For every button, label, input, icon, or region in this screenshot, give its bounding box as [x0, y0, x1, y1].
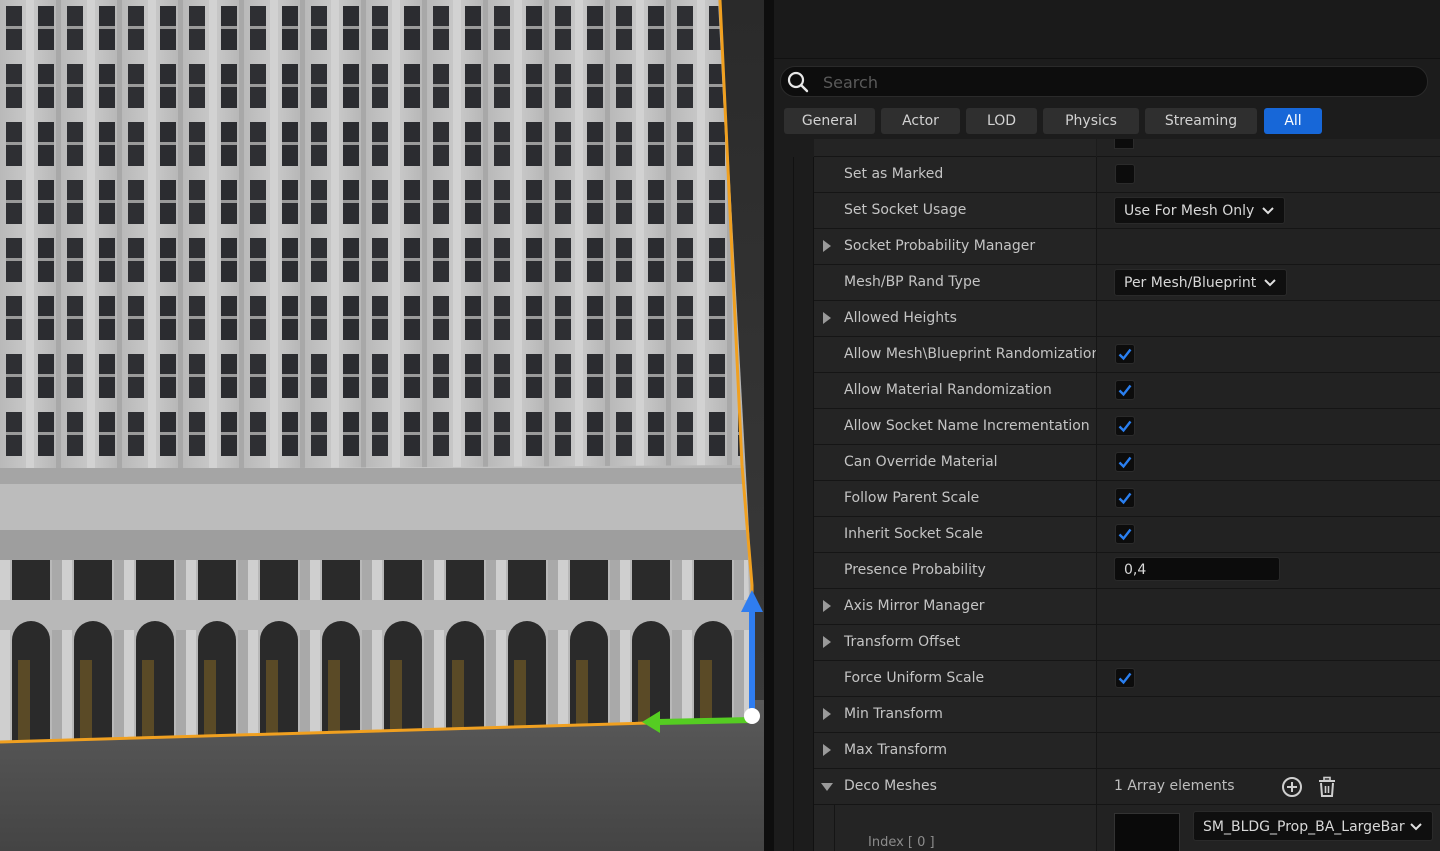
chevron-down-icon	[1410, 823, 1422, 831]
property-row-max-transform[interactable]: Max Transform	[774, 733, 1440, 769]
search-input[interactable]	[821, 69, 1405, 95]
property-label: Axis Mirror Manager	[844, 598, 985, 614]
property-label: Allowed Heights	[844, 310, 957, 326]
set-as-marked-checkbox[interactable]	[1115, 164, 1135, 184]
chevron-down-icon	[1264, 279, 1276, 287]
triangle-right-icon[interactable]	[823, 744, 831, 756]
mesh-thumbnail[interactable]	[1114, 813, 1180, 851]
triangle-right-icon[interactable]	[823, 312, 831, 324]
viewport-scene[interactable]	[0, 0, 764, 851]
property-label: Min Transform	[844, 706, 943, 722]
follow-parent-scale-checkbox[interactable]	[1115, 488, 1135, 508]
property-row-min-transform[interactable]: Min Transform	[774, 697, 1440, 733]
property-row-transform-offset[interactable]: Transform Offset	[774, 625, 1440, 661]
triangle-right-icon[interactable]	[823, 636, 831, 648]
property-label: Allow Material Randomization	[844, 382, 1052, 398]
property-row-allow-material-randomization: Allow Material Randomization	[774, 373, 1440, 409]
tab-all[interactable]: All	[1264, 108, 1322, 134]
property-label: Inherit Socket Scale	[844, 526, 984, 542]
tab-lod[interactable]: LOD	[966, 108, 1037, 134]
property-row-allowed-heights[interactable]: Allowed Heights	[774, 301, 1440, 337]
rand-type-dropdown[interactable]: Per Mesh/Blueprint	[1114, 269, 1288, 296]
property-row-socket-probability-manager[interactable]: Socket Probability Manager	[774, 229, 1440, 265]
property-label: Allow Mesh\Blueprint Randomization	[844, 346, 1101, 362]
property-label: Transform Offset	[844, 634, 961, 650]
socket-usage-dropdown[interactable]: Use For Mesh Only	[1114, 197, 1286, 224]
property-row-mesh-bp-rand-type: Mesh/BP Rand Type Per Mesh/Blueprint	[774, 265, 1440, 301]
mesh-asset-picker[interactable]: SM_BLDG_Prop_BA_LargeBar	[1193, 811, 1433, 841]
tab-streaming[interactable]: Streaming	[1145, 108, 1257, 134]
property-label: Socket Probability Manager	[844, 238, 1036, 254]
property-label: Set as Marked	[844, 166, 944, 182]
checkmark-icon	[1118, 492, 1132, 505]
plus-circle-icon[interactable]	[1280, 775, 1304, 799]
property-row-deco-meshes[interactable]: Deco Meshes 1 Array elements	[774, 769, 1440, 805]
property-row-set-as-marked: Set as Marked	[774, 157, 1440, 193]
triangle-right-icon[interactable]	[823, 240, 831, 252]
property-label: Allow Socket Name Incrementation	[844, 418, 1090, 434]
allow-mesh-bp-randomization-checkbox[interactable]	[1115, 344, 1135, 364]
magnifier-icon	[787, 71, 809, 93]
presence-probability-field[interactable]: 0,4	[1114, 557, 1280, 581]
asset-name: SM_BLDG_Prop_BA_LargeBar	[1203, 819, 1405, 835]
property-row-set-socket-usage: Set Socket Usage Use For Mesh Only	[774, 193, 1440, 229]
property-row-presence-probability: Presence Probability 0,4	[774, 553, 1440, 589]
tab-general[interactable]: General	[784, 108, 875, 134]
checkmark-icon	[1118, 420, 1132, 433]
checkmark-icon	[1118, 348, 1132, 361]
trash-icon[interactable]	[1315, 775, 1339, 799]
allow-material-randomization-checkbox[interactable]	[1115, 380, 1135, 400]
checkmark-icon	[1118, 456, 1132, 469]
triangle-down-icon[interactable]	[821, 783, 833, 791]
property-label: Can Override Material	[844, 454, 998, 470]
chevron-down-icon	[1262, 207, 1275, 215]
triangle-right-icon[interactable]	[823, 600, 831, 612]
array-index-label: Index [ 0 ]	[868, 835, 935, 850]
property-label: Set Socket Usage	[844, 202, 967, 218]
property-label: Deco Meshes	[844, 778, 937, 794]
tab-physics[interactable]: Physics	[1043, 108, 1139, 134]
allow-socket-name-incrementation-checkbox[interactable]	[1115, 416, 1135, 436]
property-row-allow-mesh-bp-randomization: Allow Mesh\Blueprint Randomization	[774, 337, 1440, 373]
property-row-force-uniform-scale: Force Uniform Scale	[774, 661, 1440, 697]
property-label: Max Transform	[844, 742, 948, 758]
array-count: 1 Array elements	[1114, 778, 1235, 794]
details-panel: General Actor LOD Physics Streaming All …	[774, 0, 1440, 851]
dropdown-value: Use For Mesh Only	[1124, 203, 1255, 219]
dropdown-value: Per Mesh/Blueprint	[1124, 275, 1257, 291]
details-header	[774, 0, 1440, 59]
property-row-allow-socket-name-incrementation: Allow Socket Name Incrementation	[774, 409, 1440, 445]
checkmark-icon	[1118, 528, 1132, 541]
force-uniform-scale-checkbox[interactable]	[1115, 668, 1135, 688]
search-bar[interactable]	[780, 66, 1428, 97]
property-row-deco-mesh-index-0: Index [ 0 ] SM_BLDG_Prop_BA_LargeBar	[774, 805, 1440, 851]
level-viewport[interactable]	[0, 0, 764, 851]
triangle-right-icon[interactable]	[823, 708, 831, 720]
property-row-inherit-socket-scale: Inherit Socket Scale	[774, 517, 1440, 553]
checkmark-icon	[1118, 672, 1132, 685]
property-row-follow-parent-scale: Follow Parent Scale	[774, 481, 1440, 517]
can-override-material-checkbox[interactable]	[1115, 452, 1135, 472]
property-label: Mesh/BP Rand Type	[844, 274, 981, 290]
partial-row	[774, 139, 1440, 157]
inherit-socket-scale-checkbox[interactable]	[1115, 524, 1135, 544]
property-label: Force Uniform Scale	[844, 670, 985, 686]
property-row-axis-mirror-manager[interactable]: Axis Mirror Manager	[774, 589, 1440, 625]
tab-actor[interactable]: Actor	[881, 108, 960, 134]
property-label: Follow Parent Scale	[844, 490, 980, 506]
splitter[interactable]	[764, 0, 774, 851]
checkmark-icon	[1118, 384, 1132, 397]
property-row-can-override-material: Can Override Material	[774, 445, 1440, 481]
property-label: Presence Probability	[844, 562, 986, 578]
